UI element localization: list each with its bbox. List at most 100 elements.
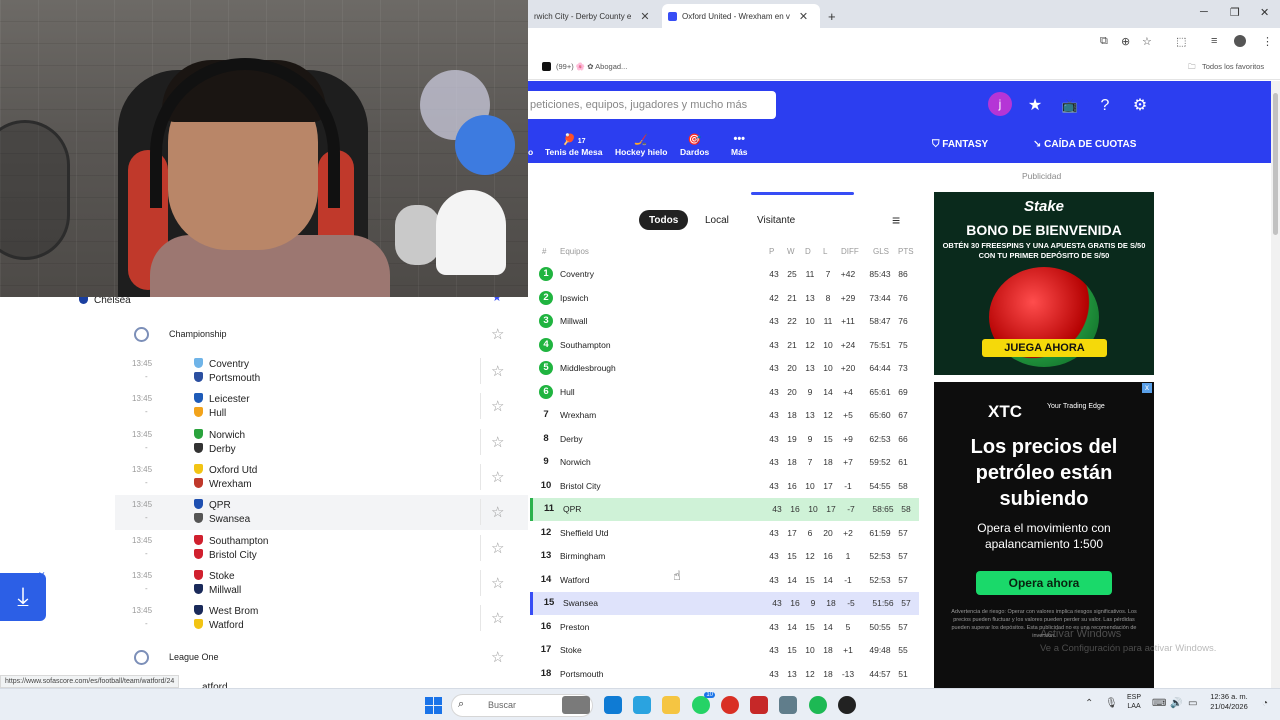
ad-banner-stake[interactable]: Stake BONO DE BIENVENIDA OBTÉN 30 FREESP… (934, 192, 1154, 375)
star-icon[interactable]: ☆ (491, 468, 504, 486)
user-avatar[interactable]: j (988, 92, 1012, 116)
standings-row[interactable]: 5 Middlesbrough 43 20 13 10 +20 64:44 73 (530, 357, 919, 380)
team-name[interactable]: Millwall (560, 316, 587, 326)
standings-row[interactable]: 7 Wrexham 43 18 13 12 +5 65:60 67 (530, 404, 919, 427)
spotify-icon[interactable] (809, 696, 827, 714)
standings-row[interactable]: 16 Preston 43 14 15 14 5 50:55 57 (530, 616, 919, 639)
standings-row[interactable]: 14 Watford 43 14 15 14 -1 52:53 57 (530, 569, 919, 592)
match-row[interactable]: 13:45 - Stoke Millwall ☆ (115, 566, 528, 601)
chrome-icon[interactable] (721, 696, 739, 714)
sort-filter-icon[interactable]: ≡ (892, 212, 900, 228)
close-window-icon[interactable]: ✕ (1260, 6, 1269, 19)
match-row[interactable]: 13:45 - QPR Swansea ☆ (115, 495, 528, 530)
team-name[interactable]: Stoke (560, 645, 582, 655)
install-app-icon[interactable]: ⧉ (1100, 35, 1108, 48)
standings-row[interactable]: 17 Stoke 43 15 10 18 +1 49:48 55 (530, 639, 919, 662)
task-view-icon[interactable] (562, 696, 590, 714)
ad-cta-button[interactable]: JUEGA AHORA (982, 339, 1107, 357)
team-name[interactable]: Wrexham (560, 410, 596, 420)
column-header[interactable]: DIFF (841, 247, 859, 256)
league-header-championship[interactable]: Championship ☆ (0, 319, 528, 351)
standings-row[interactable]: 4 Southampton 43 21 12 10 +24 75:51 75 (530, 334, 919, 357)
league-header-league-one[interactable]: League One ☆ (0, 642, 528, 674)
standings-row[interactable]: 10 Bristol City 43 16 10 17 -1 54:55 58 (530, 475, 919, 498)
standings-row[interactable]: 6 Hull 43 20 9 14 +4 65:61 69 (530, 381, 919, 404)
away-team[interactable]: Derby (194, 443, 236, 455)
team-name[interactable]: Middlesbrough (560, 363, 616, 373)
away-team[interactable]: Swansea (194, 513, 250, 525)
team-name[interactable]: Coventry (560, 269, 594, 279)
team-name[interactable]: Ipswich (560, 293, 588, 303)
battery-icon[interactable]: ▭ (1188, 698, 1197, 709)
notifications-icon[interactable]: ◔ (1262, 698, 1268, 709)
scrollbar-thumb[interactable] (1273, 93, 1278, 235)
column-header[interactable]: L (823, 247, 827, 256)
all-bookmarks-link[interactable]: Todos los favoritos (1202, 62, 1264, 71)
team-name[interactable]: Watford (560, 575, 589, 585)
standings-row[interactable]: 2 Ipswich 42 21 13 8 +29 73:44 76 (530, 287, 919, 310)
match-row[interactable]: 13:45 - Southampton Bristol City ☆ (115, 531, 528, 566)
filter-home[interactable]: Local (695, 210, 739, 230)
text-editor-icon[interactable] (750, 696, 768, 714)
network-icon[interactable]: ⌨ (1152, 698, 1166, 709)
star-icon[interactable]: ☆ (491, 648, 504, 666)
new-tab-button[interactable]: + (822, 4, 842, 28)
home-team[interactable]: West Brom (194, 605, 258, 617)
match-row[interactable]: 13:45 - Leicester Hull ☆ (115, 389, 528, 424)
filter-all[interactable]: Todos (639, 210, 689, 230)
calculator-icon[interactable] (779, 696, 797, 714)
edge-icon[interactable] (604, 696, 622, 714)
sport-nav-item-ice-hockey[interactable]: 🏒 Hockey hielo (615, 133, 667, 157)
browser-menu-icon[interactable]: ⋮ (1262, 35, 1273, 48)
home-team[interactable]: Southampton (194, 535, 269, 547)
column-header[interactable]: PTS (898, 247, 914, 256)
away-team[interactable]: Watford (194, 619, 244, 631)
volume-icon[interactable]: 🔊 (1170, 698, 1182, 709)
team-name[interactable]: Sheffield Utd (560, 528, 609, 538)
bookmark-item[interactable]: (99+) 🌸 ✿ Abogad... (556, 62, 627, 71)
microphone-icon[interactable]: 🎙 (1105, 698, 1118, 709)
home-team[interactable]: Norwich (194, 429, 245, 441)
browser-tab-active[interactable]: Oxford United - Wrexham en v ✕ (662, 4, 820, 28)
away-team[interactable]: Hull (194, 407, 226, 419)
team-name[interactable]: Preston (560, 622, 589, 632)
team-name[interactable]: Chelsea (79, 297, 131, 306)
star-icon[interactable]: ☆ (491, 433, 504, 451)
standings-row[interactable]: 12 Sheffield Utd 43 17 6 20 +2 61:59 57 (530, 522, 919, 545)
star-icon[interactable]: ☆ (491, 397, 504, 415)
star-icon[interactable]: ☆ (491, 609, 504, 627)
star-icon[interactable]: ☆ (491, 325, 504, 343)
standings-row[interactable]: 9 Norwich 43 18 7 18 +7 59:52 61 (530, 451, 919, 474)
telegram-icon[interactable] (633, 696, 651, 714)
standings-row[interactable]: 13 Birmingham 43 15 12 16 1 52:53 57 (530, 545, 919, 568)
settings-gear-icon[interactable]: ⚙ (1129, 95, 1151, 117)
away-team[interactable]: Bristol City (194, 549, 257, 561)
tv-icon[interactable]: 📺 (1059, 95, 1081, 117)
ad-cta-button[interactable]: Opera ahora (976, 571, 1112, 595)
star-icon[interactable]: ☆ (491, 574, 504, 592)
extensions-icon[interactable]: ⬚ (1176, 35, 1186, 48)
home-team[interactable]: Stoke (194, 570, 235, 582)
sport-nav-item[interactable]: o (528, 133, 533, 157)
home-team[interactable]: Coventry (194, 358, 249, 370)
home-team[interactable]: Oxford Utd (194, 464, 257, 476)
team-name[interactable]: Derby (560, 434, 583, 444)
team-name[interactable]: Birmingham (560, 551, 605, 561)
tab-close-icon[interactable]: ✕ (640, 10, 649, 23)
file-explorer-icon[interactable] (662, 696, 680, 714)
sport-nav-item-table-tennis[interactable]: 🏓 17 Tenis de Mesa (545, 133, 602, 157)
search-input[interactable]: peticiones, equipos, jugadores y mucho m… (528, 91, 776, 119)
taskbar-clock[interactable]: 12:36 a. m. 21/04/2026 (1205, 692, 1253, 712)
whatsapp-icon[interactable]: 10 (692, 692, 715, 714)
team-name[interactable]: Bristol City (560, 481, 601, 491)
minimize-icon[interactable]: ─ (1200, 6, 1208, 18)
match-row[interactable]: 13:45 - Norwich Derby ☆ (115, 425, 528, 460)
standings-row[interactable]: 15 Swansea 43 16 9 18 -5 51:56 57 (530, 592, 919, 615)
restore-icon[interactable]: ❐ (1230, 6, 1240, 19)
team-name[interactable]: Southampton (560, 340, 611, 350)
ad-close-icon[interactable]: x (1142, 383, 1152, 393)
page-scrollbar[interactable] (1271, 81, 1280, 688)
away-team[interactable]: Portsmouth (194, 372, 260, 384)
standings-row[interactable]: 3 Millwall 43 22 10 11 +11 58:47 76 (530, 310, 919, 333)
browser-tab[interactable]: rwich City - Derby County e ✕ (528, 4, 658, 28)
